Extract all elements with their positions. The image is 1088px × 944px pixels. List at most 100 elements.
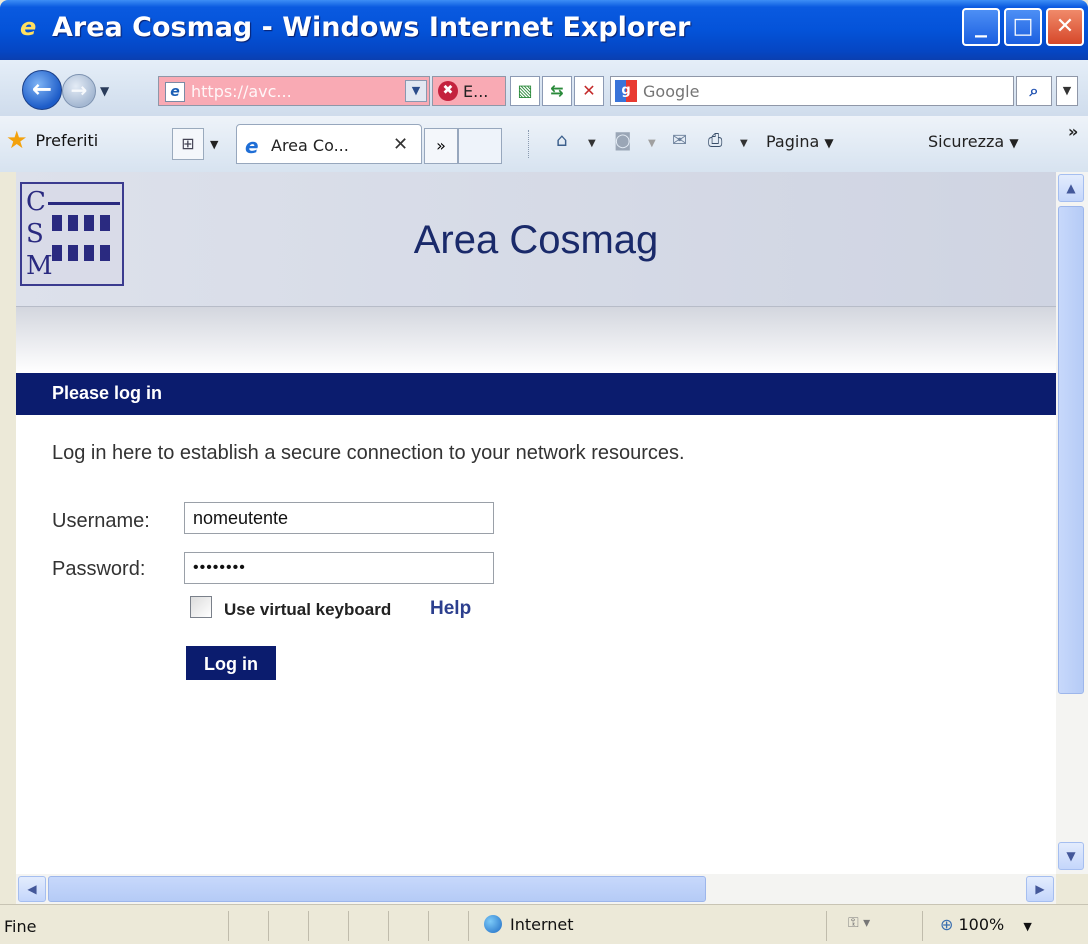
username-label: Username: xyxy=(52,510,150,532)
print-dropdown-icon[interactable]: ▼ xyxy=(740,138,748,149)
section-header: Please log in xyxy=(16,373,1056,415)
password-label: Password: xyxy=(52,558,146,580)
virtual-keyboard-label: Use virtual keyboard xyxy=(224,600,392,619)
zoom-magnifier-icon: ⊕ xyxy=(940,915,954,934)
toolbar-separator xyxy=(528,130,529,158)
security-menu[interactable]: Sicurezza ▼ xyxy=(928,132,1019,151)
login-button[interactable]: Log in xyxy=(186,646,276,680)
more-tabs-icon: » xyxy=(436,136,446,155)
close-button[interactable]: ✕ xyxy=(1046,8,1084,46)
maximize-button[interactable]: □ xyxy=(1004,8,1042,46)
certificate-error-label: E... xyxy=(463,82,489,101)
more-tabs-button[interactable]: » xyxy=(424,128,458,164)
minimize-button[interactable]: _ xyxy=(962,8,1000,46)
password-field[interactable] xyxy=(184,552,494,584)
chevron-down-icon: ▼ xyxy=(1062,84,1072,97)
maximize-icon: □ xyxy=(1012,14,1034,39)
scroll-up-button[interactable]: ▲ xyxy=(1058,174,1084,202)
address-text[interactable]: https://avc... xyxy=(191,82,292,101)
refresh-icon: ⇆ xyxy=(550,81,564,100)
chevron-left-icon: ◀ xyxy=(27,882,37,896)
horizontal-scroll-thumb[interactable] xyxy=(48,876,706,902)
quick-tabs-button[interactable]: ⊞ xyxy=(172,128,204,160)
intro-text: Log in here to establish a secure connec… xyxy=(52,442,685,464)
search-box[interactable]: g xyxy=(610,76,1023,106)
certificate-error-shield-icon: ✖ xyxy=(438,81,458,101)
page-favicon-icon: e xyxy=(165,82,185,102)
security-menu-chevron-icon: ▼ xyxy=(1009,136,1019,150)
close-icon: ✕ xyxy=(1055,14,1075,39)
status-bar: Fine Internet ⚿ ▾ ⊕ 100% ▼ xyxy=(0,904,1088,944)
scroll-down-button[interactable]: ▼ xyxy=(1058,842,1084,870)
page-menu[interactable]: Pagina ▼ xyxy=(766,132,834,151)
zone-label: Internet xyxy=(510,915,574,934)
security-zone[interactable]: Internet xyxy=(484,915,574,934)
page-menu-label: Pagina xyxy=(766,132,820,151)
scrollbar-corner xyxy=(1056,874,1088,904)
logo-letter-c: C xyxy=(26,187,46,217)
back-button[interactable]: ← xyxy=(22,70,62,110)
zoom-level[interactable]: ⊕ 100% ▼ xyxy=(940,915,1032,934)
address-dropdown-icon[interactable]: ▼ xyxy=(405,80,427,102)
page-banner: C S M Area Cosmag xyxy=(16,172,1056,307)
address-bar[interactable]: e https://avc... ▼ xyxy=(158,76,430,106)
username-field[interactable] xyxy=(184,502,494,534)
security-menu-label: Sicurezza xyxy=(928,132,1005,151)
stop-button[interactable]: ✕ xyxy=(574,76,604,106)
search-options-dropdown[interactable]: ▼ xyxy=(1056,76,1078,106)
compatibility-view-button[interactable]: ▧ xyxy=(510,76,540,106)
command-bar: ★ Preferiti ⊞ ▼ e Area Co... ✕ » ⌂ ▼ ◙ ▼… xyxy=(0,116,1088,173)
favorites-button[interactable]: ★ Preferiti xyxy=(6,126,98,154)
forward-button[interactable]: → xyxy=(62,74,96,108)
chevron-down-icon: ▼ xyxy=(1066,849,1076,863)
page-content: C S M Area Cosmag Please log in Log in h… xyxy=(16,172,1056,874)
virtual-keyboard-checkbox[interactable] xyxy=(190,596,212,618)
zoom-dropdown-icon: ▼ xyxy=(1023,920,1032,933)
toolbar-overflow-icon[interactable]: » xyxy=(1068,122,1078,141)
stop-icon: ✕ xyxy=(582,81,596,100)
new-tab-button[interactable] xyxy=(458,128,502,164)
quick-tabs-icon: ⊞ xyxy=(181,134,195,153)
browser-window: e Area Cosmag - Windows Internet Explore… xyxy=(0,0,1088,944)
tab-ie-icon: e xyxy=(245,134,259,158)
print-icon[interactable]: ⎙ xyxy=(708,130,722,151)
vertical-scroll-thumb[interactable] xyxy=(1058,206,1084,694)
search-icon: ⌕ xyxy=(1029,81,1039,100)
help-link[interactable]: Help xyxy=(430,598,471,620)
protected-mode-icon[interactable]: ⚿ ▾ xyxy=(848,915,870,931)
zoom-value: 100% xyxy=(958,915,1005,934)
internet-globe-icon xyxy=(484,915,502,933)
tab-area-cosmag[interactable]: e Area Co... ✕ xyxy=(236,124,422,164)
feeds-icon[interactable]: ◙ xyxy=(614,130,631,151)
certificate-error-button[interactable]: ✖ E... xyxy=(432,76,506,106)
back-arrow-icon: ← xyxy=(31,75,53,103)
mail-icon[interactable]: ✉ xyxy=(672,130,687,151)
feeds-dropdown-icon[interactable]: ▼ xyxy=(648,138,656,149)
status-text: Fine xyxy=(4,917,37,936)
home-dropdown-icon[interactable]: ▼ xyxy=(588,138,596,149)
page-menu-chevron-icon: ▼ xyxy=(824,136,834,150)
window-title: Area Cosmag - Windows Internet Explorer xyxy=(52,12,691,43)
recent-pages-dropdown-icon[interactable]: ▼ xyxy=(100,84,109,98)
navigation-bar: ← → ▼ e https://avc... ▼ ✖ E... ▧ ⇆ ✕ g … xyxy=(0,60,1088,117)
favorites-label: Preferiti xyxy=(35,130,99,150)
home-icon[interactable]: ⌂ xyxy=(556,130,567,151)
search-input[interactable] xyxy=(643,80,1023,102)
compatibility-view-icon: ▧ xyxy=(517,81,533,100)
forward-arrow-icon: → xyxy=(70,78,88,102)
title-bar[interactable]: e Area Cosmag - Windows Internet Explore… xyxy=(0,0,1088,60)
tab-close-icon[interactable]: ✕ xyxy=(393,134,408,155)
chevron-right-icon: ▶ xyxy=(1035,882,1045,896)
favorites-star-icon: ★ xyxy=(6,126,28,154)
scroll-right-button[interactable]: ▶ xyxy=(1026,876,1054,902)
ie-logo-icon: e xyxy=(20,13,37,41)
search-go-button[interactable]: ⌕ xyxy=(1016,76,1052,106)
google-search-provider-icon: g xyxy=(615,80,637,102)
scroll-left-button[interactable]: ◀ xyxy=(18,876,46,902)
section-title: Please log in xyxy=(52,383,163,403)
tab-label: Area Co... xyxy=(271,136,349,155)
chevron-up-icon: ▲ xyxy=(1066,181,1076,195)
banner-gradient xyxy=(16,307,1056,373)
tab-list-dropdown-icon[interactable]: ▼ xyxy=(210,138,218,151)
refresh-button[interactable]: ⇆ xyxy=(542,76,572,106)
